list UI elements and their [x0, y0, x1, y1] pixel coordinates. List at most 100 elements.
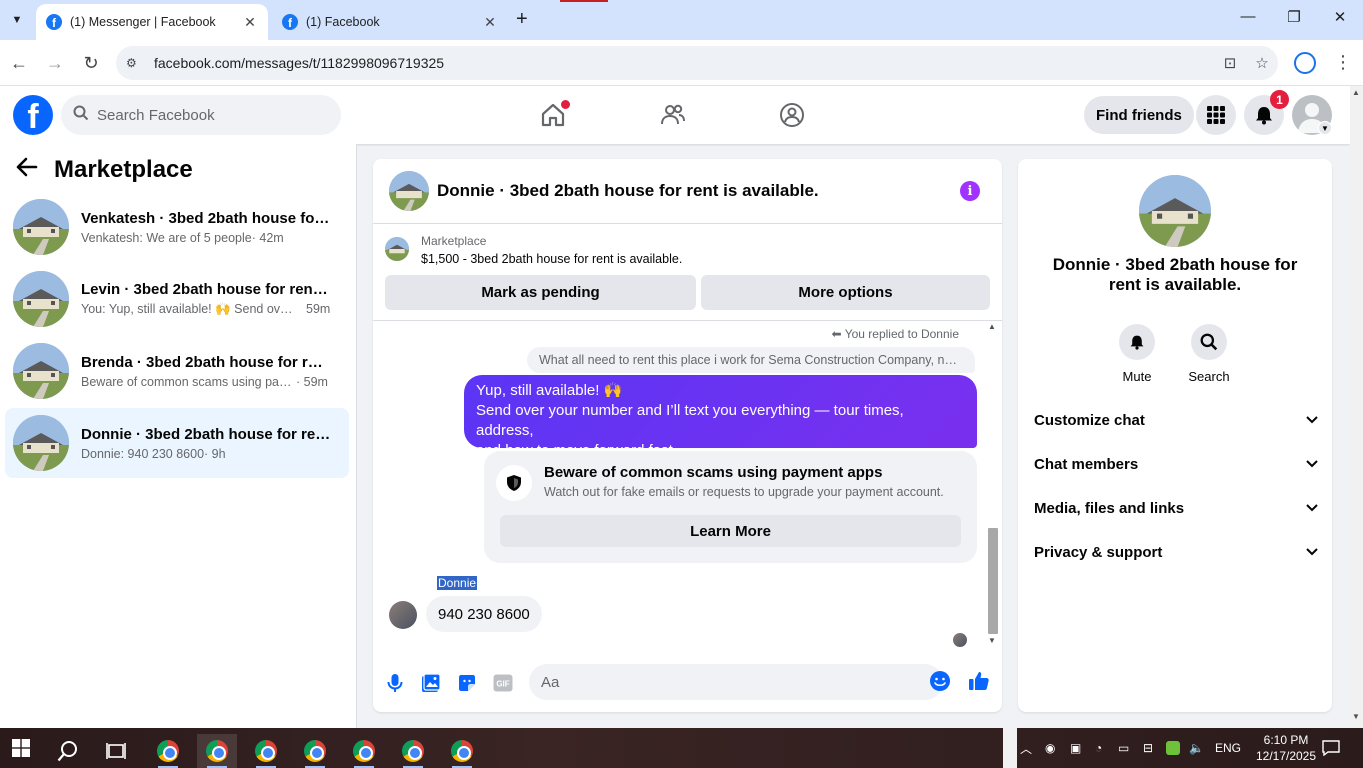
marketplace-label: Marketplace: [421, 234, 487, 248]
windows-start-icon[interactable]: [12, 739, 30, 762]
bookmark-star-icon[interactable]: ☆: [1246, 54, 1278, 72]
scroll-down-arrow-icon[interactable]: ▼: [1352, 712, 1360, 721]
facebook-header: f Find friends 1 ▼: [0, 86, 1350, 144]
info-icon[interactable]: i: [960, 181, 980, 201]
scroll-down-arrow-icon[interactable]: ▼: [988, 636, 996, 645]
photo-icon[interactable]: [420, 672, 442, 694]
chat-scrollbar[interactable]: ▲ ▼: [986, 322, 1000, 652]
profile-icon[interactable]: [1294, 52, 1316, 74]
site-info-icon[interactable]: ⚙: [126, 56, 146, 70]
thumbs-up-icon[interactable]: [968, 670, 990, 692]
tray-chevron-up-icon[interactable]: ︿: [1020, 728, 1032, 768]
chrome-taskbar-icon[interactable]: [295, 734, 335, 768]
privacy-support-section[interactable]: Privacy & support: [1034, 534, 1318, 570]
mute-button[interactable]: Mute: [1107, 324, 1167, 384]
menu-grid-button[interactable]: [1196, 95, 1236, 135]
message-input-box[interactable]: [529, 664, 943, 700]
listing-large-thumbnail[interactable]: [1139, 175, 1211, 247]
page-scrollbar[interactable]: ▲ ▼: [1350, 86, 1363, 728]
tab-close-icon[interactable]: ✕: [242, 14, 258, 31]
search-icon: [1191, 324, 1227, 360]
account-chevron-down-icon[interactable]: ▼: [1318, 121, 1332, 135]
scroll-up-arrow-icon[interactable]: ▲: [988, 322, 996, 331]
taskbar-search-icon[interactable]: [48, 734, 88, 768]
chrome-taskbar-icon[interactable]: [442, 734, 482, 768]
friends-icon[interactable]: [658, 100, 688, 130]
tray-app-icon[interactable]: [1166, 728, 1180, 768]
customize-chat-section[interactable]: Customize chat: [1034, 402, 1318, 438]
chrome-taskbar-icon[interactable]: [393, 734, 433, 768]
search-box[interactable]: [61, 95, 341, 135]
conversation-item[interactable]: Brenda · 3bed 2bath house for rent is av…: [5, 336, 349, 406]
url-text[interactable]: facebook.com/messages/t/1182998096719325: [154, 55, 1214, 71]
sticker-icon[interactable]: [456, 672, 478, 694]
back-arrow-icon[interactable]: [16, 157, 38, 183]
search-in-conversation-button[interactable]: Search: [1179, 324, 1239, 384]
browser-tab-bar: ▼ f (1) Messenger | Facebook ✕ f (1) Fac…: [0, 0, 1363, 40]
scrollbar-thumb[interactable]: [988, 528, 998, 634]
new-tab-button[interactable]: +: [516, 9, 528, 29]
message-input[interactable]: [541, 673, 911, 691]
chrome-taskbar-icon[interactable]: [246, 734, 286, 768]
listing-small-thumbnail[interactable]: [385, 237, 409, 261]
close-window-button[interactable]: ✕: [1328, 8, 1352, 26]
taskbar-clock[interactable]: 6:10 PM 12/17/2025: [1254, 732, 1318, 764]
warning-title: Beware of common scams using payment app…: [544, 464, 883, 481]
chat-members-section[interactable]: Chat members: [1034, 446, 1318, 482]
back-button[interactable]: ←: [8, 52, 30, 74]
chat-listing-thumbnail[interactable]: [389, 171, 429, 211]
conversation-item[interactable]: Venkatesh · 3bed 2bath house for rent is…: [5, 192, 349, 262]
address-bar[interactable]: ⚙ facebook.com/messages/t/11829980967193…: [116, 46, 1278, 80]
search-input[interactable]: [97, 106, 317, 124]
tab-messenger[interactable]: f (1) Messenger | Facebook ✕: [36, 4, 268, 40]
listing-price-title[interactable]: $1,500 - 3bed 2bath house for rent is av…: [421, 252, 682, 266]
reload-button[interactable]: ↻: [80, 52, 102, 74]
tray-wifi-icon[interactable]: ◔: [1095, 728, 1102, 768]
tab-search-dropdown[interactable]: ▼: [6, 9, 28, 31]
conversation-snippet: You: Yup, still available! 🙌 Send over y…: [81, 302, 296, 316]
tab-title: (1) Facebook: [306, 15, 380, 29]
tray-network-globe-icon[interactable]: ◉: [1045, 728, 1055, 768]
marketplace-listing-bar: Marketplace $1,500 - 3bed 2bath house fo…: [373, 225, 1002, 321]
groups-icon[interactable]: [777, 100, 807, 130]
minimize-button[interactable]: —: [1236, 8, 1260, 25]
browser-toolbar: ← → ↻ ⚙ facebook.com/messages/t/11829980…: [0, 40, 1363, 86]
more-options-button[interactable]: More options: [701, 275, 990, 310]
conversation-item-active[interactable]: Donnie · 3bed 2bath house for rent is av…: [5, 408, 349, 478]
donnie-avatar[interactable]: [389, 601, 417, 629]
tray-battery-icon[interactable]: ▭: [1118, 728, 1129, 768]
tab-facebook[interactable]: f (1) Facebook ✕: [272, 4, 508, 40]
forward-button[interactable]: →: [44, 52, 66, 74]
chrome-taskbar-icon[interactable]: [148, 734, 188, 768]
tray-language[interactable]: ENG: [1215, 728, 1241, 768]
tab-close-icon[interactable]: ✕: [482, 14, 498, 31]
task-view-icon[interactable]: [96, 734, 136, 768]
install-app-icon[interactable]: ⊡: [1214, 54, 1246, 72]
conversation-name: Levin · 3bed 2bath house for rent is ava…: [81, 281, 331, 298]
tray-shield-icon[interactable]: ▣: [1070, 728, 1081, 768]
my-message-bubble[interactable]: Yup, still available! 🙌 Send over your n…: [464, 375, 977, 459]
media-files-links-section[interactable]: Media, files and links: [1034, 490, 1318, 526]
chrome-taskbar-icon[interactable]: [344, 734, 384, 768]
facebook-logo[interactable]: f: [13, 95, 53, 135]
chrome-taskbar-icon-active[interactable]: [197, 734, 237, 768]
conversation-time: · 59m: [296, 374, 328, 389]
gif-icon[interactable]: GIF: [492, 672, 514, 694]
tray-device-icon[interactable]: ⊟: [1143, 728, 1153, 768]
search-label: Search: [1188, 369, 1230, 384]
emoji-icon[interactable]: [929, 670, 951, 692]
notification-center-icon[interactable]: [1322, 728, 1340, 768]
mark-as-pending-button[interactable]: Mark as pending: [385, 275, 696, 310]
conversation-item[interactable]: Levin · 3bed 2bath house for rent is ava…: [5, 264, 349, 334]
quoted-message[interactable]: What all need to rent this place i work …: [527, 347, 975, 373]
chat-title[interactable]: Donnie · 3bed 2bath house for rent is av…: [437, 181, 819, 201]
microphone-icon[interactable]: [384, 672, 406, 694]
tray-volume-icon[interactable]: 🔈: [1189, 728, 1204, 768]
browser-menu-icon[interactable]: ⋮: [1334, 52, 1352, 73]
learn-more-button[interactable]: Learn More: [500, 515, 961, 547]
windows-taskbar: ︿ ◉ ▣ ◔ ▭ ⊟ 🔈 ENG 6:10 PM 12/17/2025: [0, 728, 1363, 768]
find-friends-button[interactable]: Find friends: [1084, 96, 1194, 134]
their-message-bubble[interactable]: 940 230 8600: [426, 596, 542, 632]
scroll-up-arrow-icon[interactable]: ▲: [1352, 88, 1360, 97]
restore-button[interactable]: ❐: [1282, 8, 1306, 26]
